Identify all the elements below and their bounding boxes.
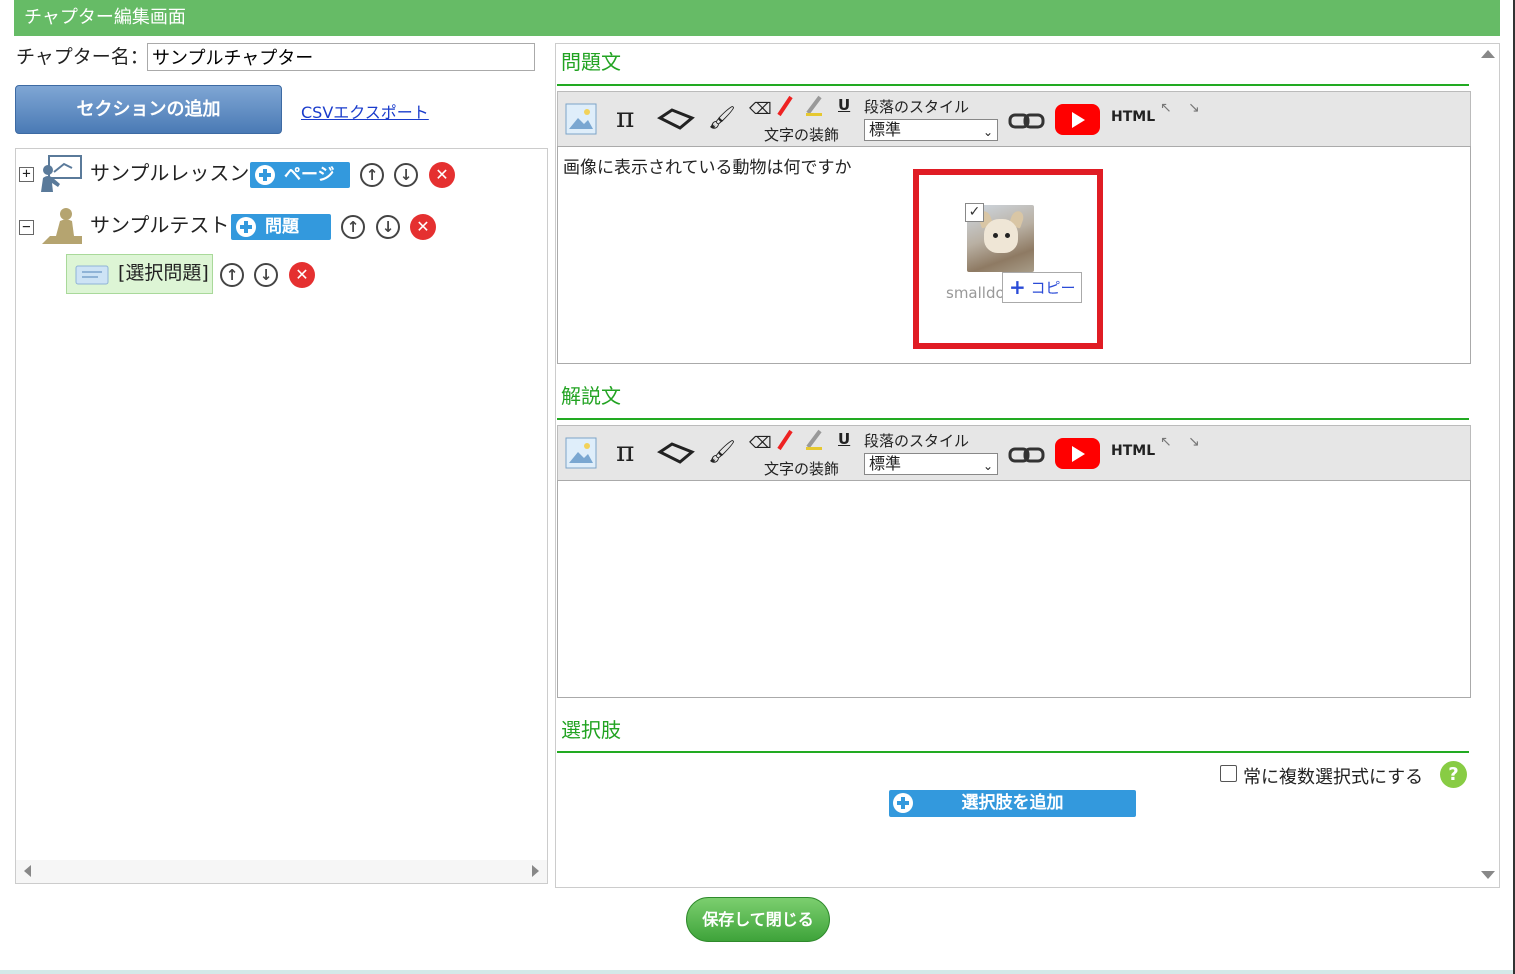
explanation-editor-area[interactable] xyxy=(557,480,1471,698)
paragraph-style-select[interactable]: 標準 ⌄ xyxy=(864,119,998,141)
chapter-name-input[interactable] xyxy=(147,43,535,71)
window-title: チャプター編集画面 xyxy=(24,7,186,28)
html-source-icon[interactable]: HTML xyxy=(1111,443,1155,459)
add-question-button[interactable]: 問題 xyxy=(231,214,331,240)
pi-icon[interactable]: π xyxy=(616,437,634,467)
chapter-name-label: チャプター名： xyxy=(16,46,149,68)
brush-icon[interactable]: 🖌 xyxy=(708,104,736,134)
plus-icon xyxy=(255,165,275,185)
paragraph-style-label: 段落のスタイル xyxy=(864,98,970,116)
help-icon[interactable]: ? xyxy=(1440,761,1467,788)
tree-horizontal-scrollbar[interactable] xyxy=(16,860,547,883)
eraser-icon[interactable]: ⌫ xyxy=(749,428,772,458)
expand-icon[interactable]: ↖ xyxy=(1160,434,1172,450)
divider xyxy=(557,84,1469,86)
delete-icon[interactable]: ✕ xyxy=(410,214,436,240)
move-up-icon[interactable]: ↑ xyxy=(220,263,244,287)
shrink-icon[interactable]: ↘ xyxy=(1188,100,1200,116)
chevron-down-icon: ⌄ xyxy=(982,125,993,139)
underline-icon[interactable]: U xyxy=(838,430,850,448)
lesson-label[interactable]: サンプルレッスン xyxy=(90,159,249,187)
multi-select-checkbox[interactable] xyxy=(1220,765,1237,782)
paragraph-style-select[interactable]: 標準 ⌄ xyxy=(864,453,998,475)
question-heading: 問題文 xyxy=(561,50,621,74)
text-decoration-label: 文字の装飾 xyxy=(764,126,840,144)
text-decoration-label: 文字の装飾 xyxy=(764,460,840,478)
add-section-button[interactable]: セクションの追加 xyxy=(15,85,282,134)
test-label[interactable]: サンプルテスト xyxy=(90,211,229,239)
insert-image-icon[interactable] xyxy=(565,103,597,135)
insert-image-icon[interactable] xyxy=(565,437,597,469)
pi-icon[interactable]: π xyxy=(616,103,634,133)
collapse-test-icon[interactable]: − xyxy=(19,220,34,235)
html-source-icon[interactable]: HTML xyxy=(1111,109,1155,125)
scroll-left-icon[interactable] xyxy=(24,865,31,877)
question-body-text[interactable]: 画像に表示されている動物は何ですか xyxy=(563,153,852,178)
youtube-icon[interactable] xyxy=(1055,104,1100,135)
scroll-down-icon[interactable] xyxy=(1481,871,1495,879)
scroll-up-icon[interactable] xyxy=(1481,50,1495,58)
save-and-close-button[interactable]: 保存して閉じる xyxy=(686,897,830,942)
copy-button[interactable]: + コピー xyxy=(1002,272,1082,303)
chevron-down-icon: ⌄ xyxy=(982,459,993,473)
plus-icon: + xyxy=(1009,275,1026,299)
plus-icon xyxy=(236,217,256,237)
move-up-icon[interactable]: ↑ xyxy=(360,163,384,187)
underline-icon[interactable]: U xyxy=(838,96,850,114)
question-item-label: [選択問題] xyxy=(118,262,209,284)
expand-lesson-icon[interactable]: + xyxy=(19,167,34,182)
link-icon[interactable] xyxy=(1008,445,1046,465)
highlight-icon[interactable] xyxy=(804,429,824,451)
add-page-button[interactable]: ページ xyxy=(250,162,350,188)
link-eraser-icon[interactable] xyxy=(656,438,696,468)
shrink-icon[interactable]: ↘ xyxy=(1188,434,1200,450)
paragraph-style-label: 段落のスタイル xyxy=(864,432,970,450)
test-student-icon xyxy=(42,208,82,244)
add-choice-button[interactable]: 選択肢を追加 xyxy=(889,790,1136,817)
multi-select-label[interactable]: 常に複数選択式にする xyxy=(1243,763,1423,789)
move-down-icon[interactable]: ↓ xyxy=(254,263,278,287)
explanation-heading: 解説文 xyxy=(561,384,621,408)
delete-icon[interactable]: ✕ xyxy=(429,162,455,188)
bottom-border xyxy=(0,970,1515,974)
highlight-icon[interactable] xyxy=(804,95,824,117)
explanation-editor-toolbar: π 🖌 ⌫ U 文字の装飾 段落のスタイル 標準 ⌄ HTML ↖ ↘ xyxy=(557,425,1471,481)
expand-icon[interactable]: ↖ xyxy=(1160,100,1172,116)
delete-icon[interactable]: ✕ xyxy=(289,262,315,288)
window-title-bar: チャプター編集画面 xyxy=(14,0,1500,36)
image-select-checkbox[interactable]: ✓ xyxy=(965,203,984,222)
youtube-icon[interactable] xyxy=(1055,438,1100,469)
question-card-icon xyxy=(75,265,109,285)
link-eraser-icon[interactable] xyxy=(656,104,696,134)
lesson-teacher-icon xyxy=(41,155,82,192)
move-up-icon[interactable]: ↑ xyxy=(341,215,365,239)
image-filename: smalldo xyxy=(946,284,1005,302)
question-editor-toolbar: π 🖌 ⌫ U 文字の装飾 段落のスタイル 標準 ⌄ HTML ↖ ↘ xyxy=(557,91,1471,147)
divider xyxy=(557,751,1469,753)
brush-icon[interactable]: 🖌 xyxy=(708,438,736,468)
text-color-icon[interactable] xyxy=(775,95,795,117)
move-down-icon[interactable]: ↓ xyxy=(394,163,418,187)
text-color-icon[interactable] xyxy=(775,429,795,451)
csv-export-link[interactable]: CSVエクスポート xyxy=(301,99,429,123)
scroll-right-icon[interactable] xyxy=(532,865,539,877)
link-icon[interactable] xyxy=(1008,111,1046,131)
plus-icon xyxy=(893,793,913,813)
move-down-icon[interactable]: ↓ xyxy=(376,215,400,239)
choices-heading: 選択肢 xyxy=(561,718,621,742)
divider xyxy=(557,418,1469,420)
eraser-icon[interactable]: ⌫ xyxy=(749,94,772,124)
